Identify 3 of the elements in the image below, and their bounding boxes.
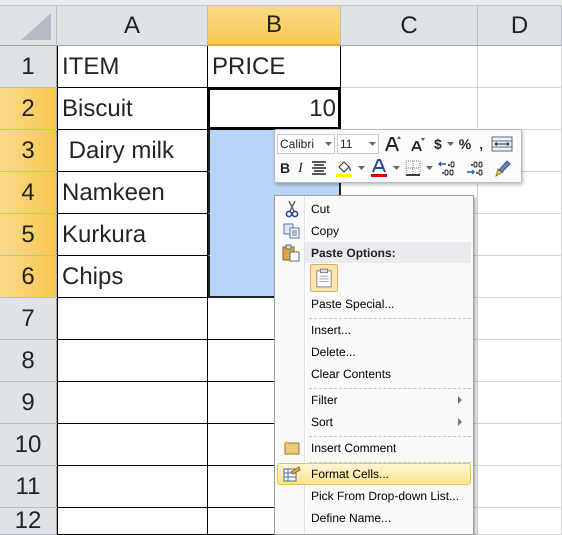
dropdown-value: Calibri [280, 136, 314, 153]
dropdown-value: 11 [340, 136, 352, 153]
menu-heading: Paste Options: [305, 242, 471, 263]
